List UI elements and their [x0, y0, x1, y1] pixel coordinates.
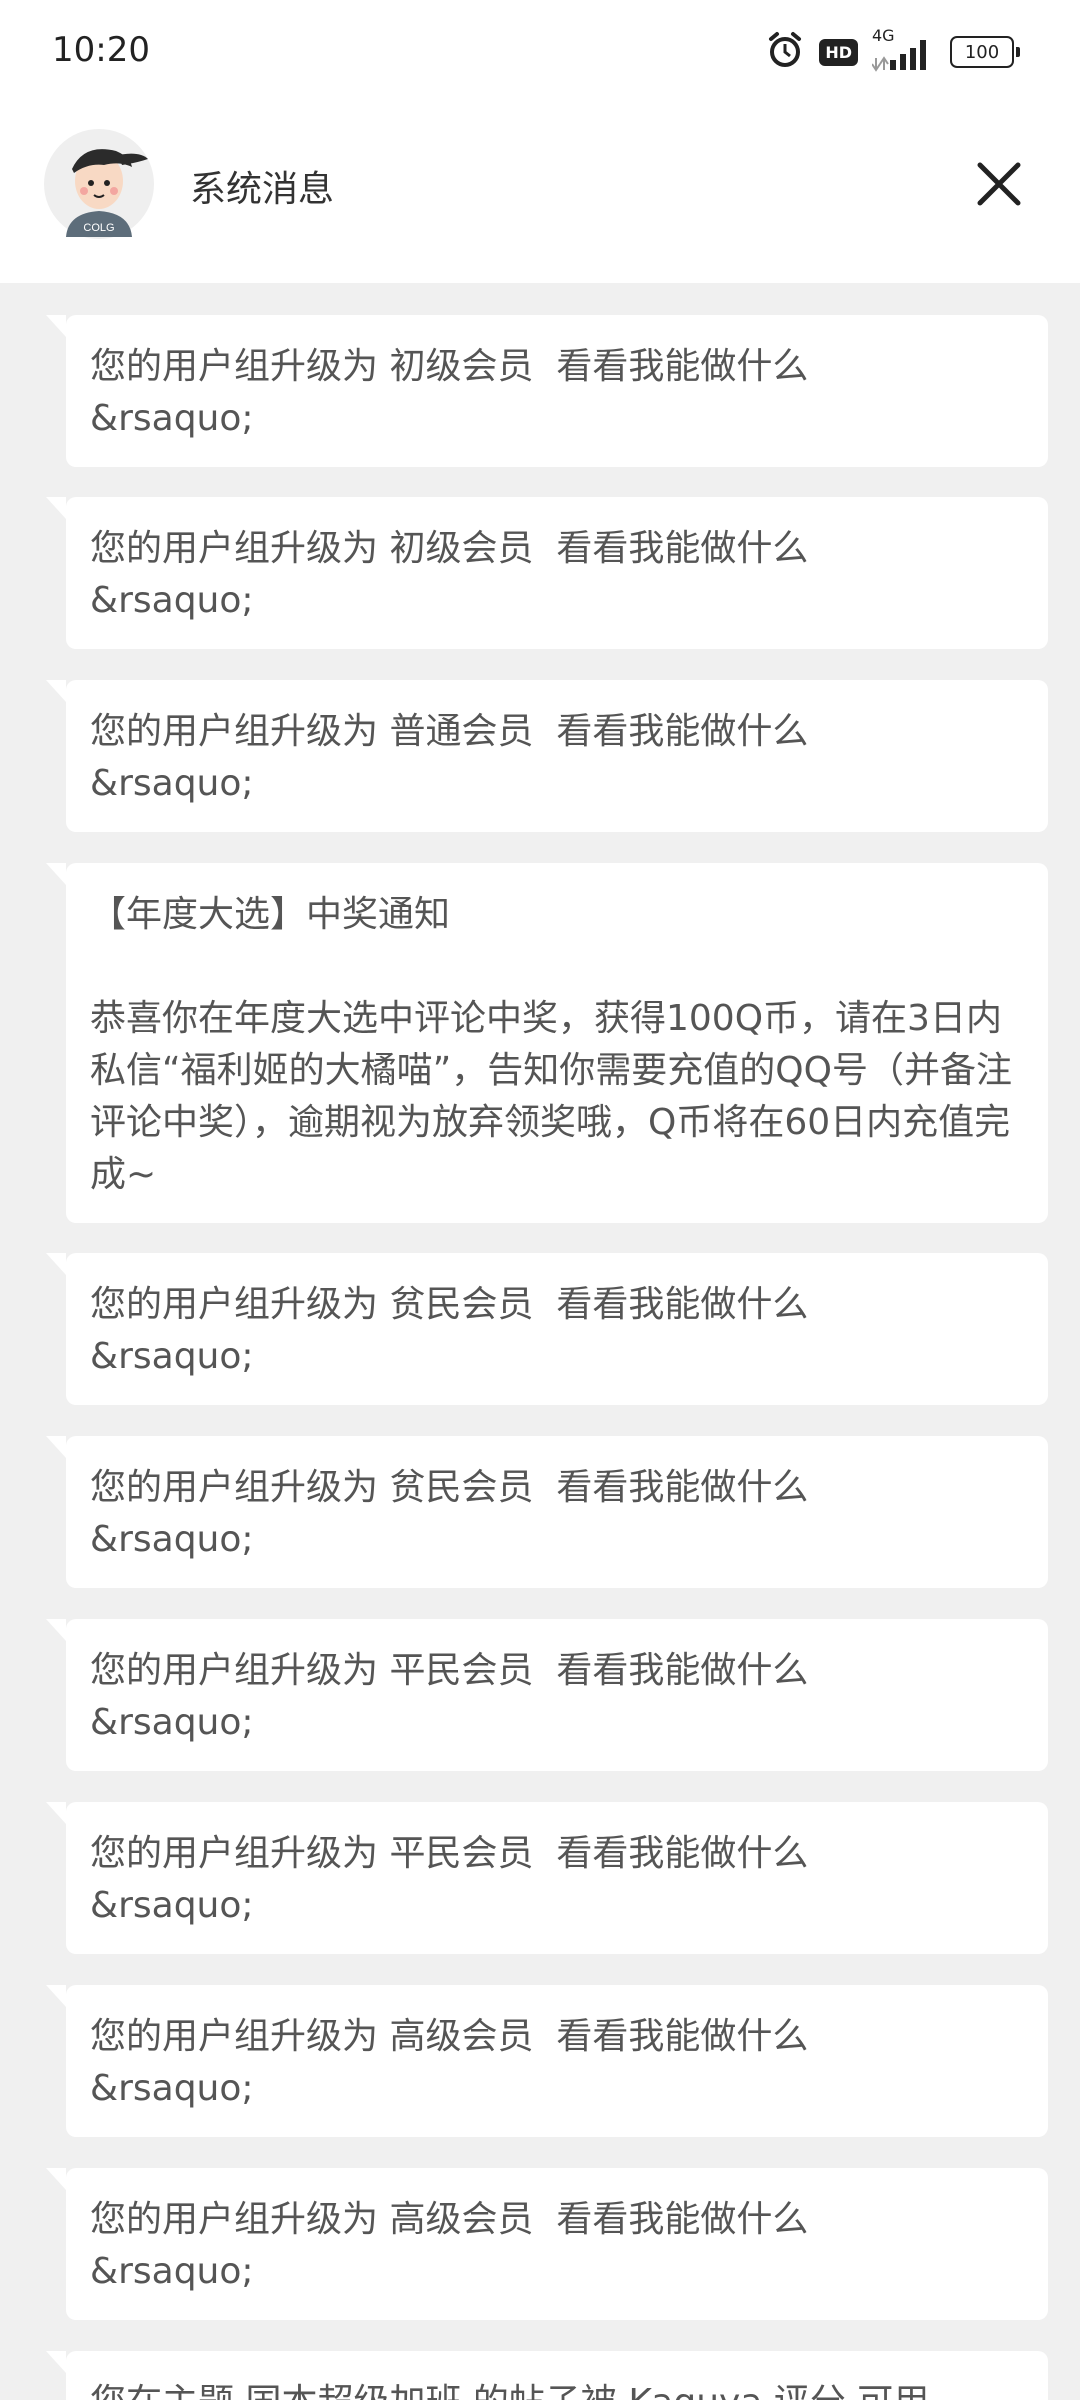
hd-badge: HD [819, 38, 858, 66]
page-title: 系统消息 [190, 169, 335, 210]
close-icon [977, 162, 1021, 206]
list-item[interactable]: 您的用户组升级为 高级会员 看看我能做什么 &rsaquo; [46, 1985, 1048, 2137]
list-item[interactable]: 您的用户组升级为 平民会员 看看我能做什么 &rsaquo; [46, 1802, 1048, 1954]
alarm-icon [765, 30, 805, 74]
close-button[interactable] [964, 149, 1034, 219]
battery-level: 100 [950, 36, 1014, 68]
list-item[interactable]: 您的用户组升级为 贫民会员 看看我能做什么 &rsaquo; [46, 1253, 1048, 1405]
list-item[interactable]: 您在主题 国本超级加班 的帖子被 Kaguya 评分 可用 [46, 2351, 1048, 2400]
signal-icon: 4G [872, 26, 936, 74]
status-time: 10:20 [52, 30, 150, 70]
list-item[interactable]: 【年度大选】中奖通知 恭喜你在年度大选中评论中奖，获得100Q币，请在3日内私信… [46, 863, 1048, 1223]
avatar-label: COLG [83, 222, 114, 234]
status-bar: 10:20 HD 4G 100 [0, 0, 1080, 105]
list-item[interactable]: 您的用户组升级为 初级会员 看看我能做什么 &rsaquo; [46, 315, 1048, 467]
list-item[interactable]: 您的用户组升级为 普通会员 看看我能做什么 &rsaquo; [46, 680, 1048, 832]
list-item[interactable]: 您的用户组升级为 平民会员 看看我能做什么 &rsaquo; [46, 1619, 1048, 1771]
list-item[interactable]: 您的用户组升级为 高级会员 看看我能做什么 &rsaquo; [46, 2168, 1048, 2320]
message-list[interactable]: 您的用户组升级为 初级会员 看看我能做什么 &rsaquo; 您的用户组升级为 … [0, 283, 1080, 2400]
battery-icon: 100 [950, 36, 1020, 68]
header: COLG 系统消息 [0, 105, 1080, 283]
list-item[interactable]: 您的用户组升级为 贫民会员 看看我能做什么 &rsaquo; [46, 1436, 1048, 1588]
status-icons: HD 4G 100 [765, 26, 1020, 74]
list-item[interactable]: 您的用户组升级为 初级会员 看看我能做什么 &rsaquo; [46, 497, 1048, 649]
avatar[interactable]: COLG [44, 129, 154, 239]
